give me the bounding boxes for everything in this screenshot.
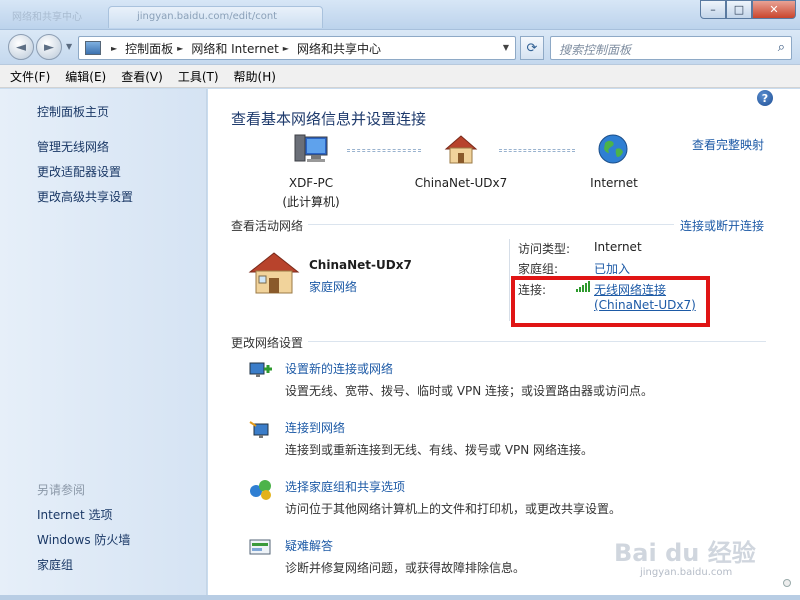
task-setup-connection-desc: 设置无线、宽带、拨号、临时或 VPN 连接；或设置路由器或访问点。	[285, 384, 654, 398]
chevron-right-icon[interactable]: ►	[177, 44, 183, 53]
help-icon[interactable]: ?	[757, 90, 773, 106]
forward-button[interactable]: ►	[36, 34, 62, 60]
browser-tab-label: jingyan.baidu.com/edit/cont	[137, 11, 278, 22]
window-controls: – □ ✕	[700, 0, 796, 20]
close-button[interactable]: ✕	[752, 0, 796, 19]
browser-tab[interactable]: jingyan.baidu.com/edit/cont	[108, 6, 323, 28]
chevron-right-icon[interactable]: ►	[111, 44, 117, 53]
sidebar-change-adapter[interactable]: 更改适配器设置	[37, 163, 121, 180]
menu-help[interactable]: 帮助(H)	[234, 68, 276, 85]
sidebar-homegroup[interactable]: 家庭组	[37, 556, 73, 573]
address-bar[interactable]: ► 控制面板 ► 网络和 Internet ► 网络和共享中心 ▼	[78, 36, 516, 60]
control-panel-icon	[85, 41, 101, 55]
view-full-map-link[interactable]: 查看完整映射	[692, 136, 764, 153]
task-setup-connection-link[interactable]: 设置新的连接或网络	[285, 360, 393, 377]
resize-grip-icon[interactable]	[783, 579, 791, 587]
map-connector-line	[347, 149, 421, 152]
refresh-button[interactable]: ⟳	[520, 36, 544, 60]
breadcrumb-control-panel[interactable]: 控制面板	[125, 40, 173, 57]
recent-pages-dropdown-icon[interactable]: ▼	[66, 42, 72, 51]
connect-disconnect-link[interactable]: 连接或断开连接	[680, 217, 764, 234]
globe-icon[interactable]	[597, 133, 629, 165]
homegroup-label: 家庭组:	[518, 262, 559, 276]
node-internet-name: Internet	[590, 176, 638, 190]
task-connect-network-link[interactable]: 连接到网络	[285, 419, 345, 436]
task-troubleshoot-link[interactable]: 疑难解答	[285, 537, 333, 554]
maximize-button[interactable]: □	[726, 0, 752, 19]
title-bar: 网络和共享中心 jingyan.baidu.com/edit/cont – □ …	[0, 0, 800, 30]
divider-vertical	[509, 239, 510, 321]
breadcrumb-network-internet[interactable]: 网络和 Internet	[191, 40, 278, 57]
task-connect-network-desc: 连接到或重新连接到无线、有线、拨号或 VPN 网络连接。	[285, 443, 594, 457]
breadcrumb-network-sharing-center[interactable]: 网络和共享中心	[297, 40, 381, 57]
map-connector-line	[499, 149, 575, 152]
network-name: ChinaNet-UDx7	[309, 258, 412, 272]
homegroup-link[interactable]: 已加入	[594, 260, 630, 277]
sidebar-manage-wireless[interactable]: 管理无线网络	[37, 138, 109, 155]
sidebar: 控制面板主页 管理无线网络 更改适配器设置 更改高级共享设置 另请参阅 Inte…	[0, 89, 207, 595]
watermark-url: jingyan.baidu.com	[640, 567, 733, 578]
new-connection-icon[interactable]	[248, 359, 274, 383]
connect-network-icon[interactable]	[248, 418, 274, 442]
access-type-label: 访问类型:	[518, 242, 571, 256]
menu-bar: 文件(F) 编辑(E) 查看(V) 工具(T) 帮助(H)	[0, 64, 800, 88]
back-button[interactable]: ◄	[8, 34, 34, 60]
home-network-icon[interactable]	[248, 250, 300, 296]
menu-edit[interactable]: 编辑(E)	[65, 68, 106, 85]
main-panel: ? 查看基本网络信息并设置连接 查看完整映射 XDF-PC (此计算机) Chi…	[208, 89, 800, 595]
divider	[308, 341, 766, 342]
menu-view[interactable]: 查看(V)	[121, 68, 163, 85]
see-also-heading: 另请参阅	[37, 483, 86, 497]
sidebar-control-panel-home[interactable]: 控制面板主页	[37, 103, 109, 120]
window-title: 网络和共享中心	[12, 12, 82, 23]
divider	[308, 224, 674, 225]
sidebar-internet-options[interactable]: Internet 选项	[37, 506, 112, 523]
change-settings-heading: 更改网络设置	[231, 336, 304, 350]
search-icon[interactable]: ⌕	[778, 40, 785, 55]
menu-file[interactable]: 文件(F)	[10, 68, 50, 85]
task-homegroup-sharing-desc: 访问位于其他网络计算机上的文件和打印机，或更改共享设置。	[285, 502, 622, 516]
search-box[interactable]: 搜索控制面板 ⌕	[550, 36, 792, 60]
search-input[interactable]: 搜索控制面板	[559, 41, 631, 58]
access-type-value: Internet	[594, 240, 642, 254]
annotation-highlight-box	[511, 276, 710, 327]
page-title: 查看基本网络信息并设置连接	[231, 110, 427, 128]
node-pc-sub: (此计算机)	[282, 195, 340, 209]
chevron-right-icon[interactable]: ►	[283, 44, 289, 53]
minimize-button[interactable]: –	[700, 0, 726, 19]
baidu-watermark: Bai du 经验	[614, 539, 756, 567]
troubleshoot-icon[interactable]	[248, 536, 274, 560]
active-networks-heading: 查看活动网络	[231, 219, 304, 233]
node-pc-name: XDF-PC	[288, 176, 334, 190]
navigation-bar: ◄ ► ▼ ► 控制面板 ► 网络和 Internet ► 网络和共享中心 ▼ …	[0, 30, 800, 64]
sidebar-advanced-sharing[interactable]: 更改高级共享设置	[37, 188, 133, 205]
homegroup-sharing-icon[interactable]	[248, 477, 274, 501]
address-dropdown-icon[interactable]: ▼	[503, 43, 509, 52]
window-bottom-frame	[0, 595, 800, 600]
network-type-link[interactable]: 家庭网络	[309, 278, 357, 295]
computer-icon[interactable]	[293, 133, 329, 165]
node-router-name: ChinaNet-UDx7	[414, 176, 508, 190]
menu-tools[interactable]: 工具(T)	[178, 68, 219, 85]
sidebar-windows-firewall[interactable]: Windows 防火墙	[37, 531, 130, 548]
house-icon[interactable]	[444, 133, 478, 165]
task-troubleshoot-desc: 诊断并修复网络问题，或获得故障排除信息。	[285, 561, 526, 575]
task-homegroup-sharing-link[interactable]: 选择家庭组和共享选项	[285, 478, 405, 495]
